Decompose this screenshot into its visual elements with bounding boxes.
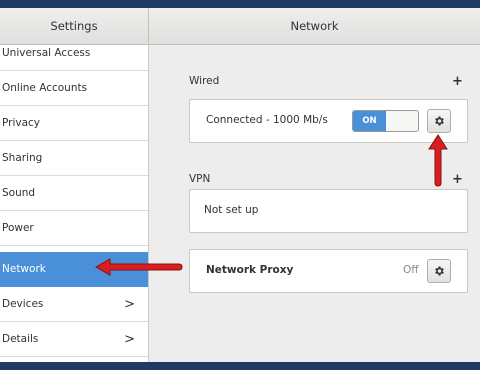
sidebar-item-details[interactable]: Details >	[0, 322, 148, 357]
annotation-arrow-left	[94, 258, 183, 276]
wired-settings-button[interactable]	[427, 109, 451, 133]
switch-on-label: ON	[353, 111, 386, 131]
sidebar-item-devices[interactable]: Devices >	[0, 287, 148, 322]
sidebar-item-label: Online Accounts	[2, 82, 88, 94]
sidebar-item-label: Universal Access	[2, 47, 91, 59]
network-proxy-label: Network Proxy	[206, 264, 294, 276]
sidebar-item-label: Sharing	[2, 152, 43, 164]
vpn-status: Not set up	[204, 204, 259, 216]
page-title: Network	[290, 19, 339, 33]
proxy-settings-button[interactable]	[427, 259, 451, 283]
sidebar-item-power[interactable]: Power	[0, 211, 148, 246]
wired-section-title: Wired	[189, 75, 220, 87]
network-proxy-row[interactable]: Network Proxy Off	[189, 249, 468, 293]
add-vpn-button[interactable]: +	[452, 172, 463, 187]
sidebar-item-label: Network	[2, 263, 46, 275]
vpn-card: Not set up	[189, 189, 468, 233]
gear-icon	[435, 116, 444, 126]
sidebar-item-online-accounts[interactable]: Online Accounts	[0, 71, 148, 106]
add-wired-button[interactable]: +	[452, 74, 463, 89]
sidebar-item-label: Power	[2, 222, 34, 234]
sidebar-item-privacy[interactable]: Privacy	[0, 106, 148, 141]
vpn-section-title: VPN	[189, 173, 211, 185]
sidebar-item-sound[interactable]: Sound	[0, 176, 148, 211]
chevron-right-icon: >	[124, 297, 135, 312]
network-panel: Wired + Connected - 1000 Mb/s ON VPN + N…	[149, 45, 480, 362]
chevron-right-icon: >	[124, 332, 135, 347]
wired-status: Connected - 1000 Mb/s	[206, 114, 328, 126]
annotation-arrow-up	[428, 134, 448, 187]
proxy-status: Off	[403, 264, 419, 276]
sidebar-item-label: Privacy	[2, 117, 41, 129]
sidebar: Universal Access Online Accounts Privacy…	[0, 45, 149, 362]
sidebar-item-label: Devices	[2, 298, 44, 310]
sidebar-title: Settings	[0, 8, 149, 44]
gear-icon	[435, 266, 444, 276]
sidebar-item-universal-access[interactable]: Universal Access	[0, 45, 148, 71]
header-bar: Settings Network	[0, 8, 480, 45]
sidebar-item-label: Details	[2, 333, 39, 345]
sidebar-item-label: Sound	[2, 187, 36, 199]
sidebar-item-sharing[interactable]: Sharing	[0, 141, 148, 176]
wired-toggle-switch[interactable]: ON	[352, 110, 419, 132]
settings-window: Settings Network Universal Access Online…	[0, 8, 480, 362]
